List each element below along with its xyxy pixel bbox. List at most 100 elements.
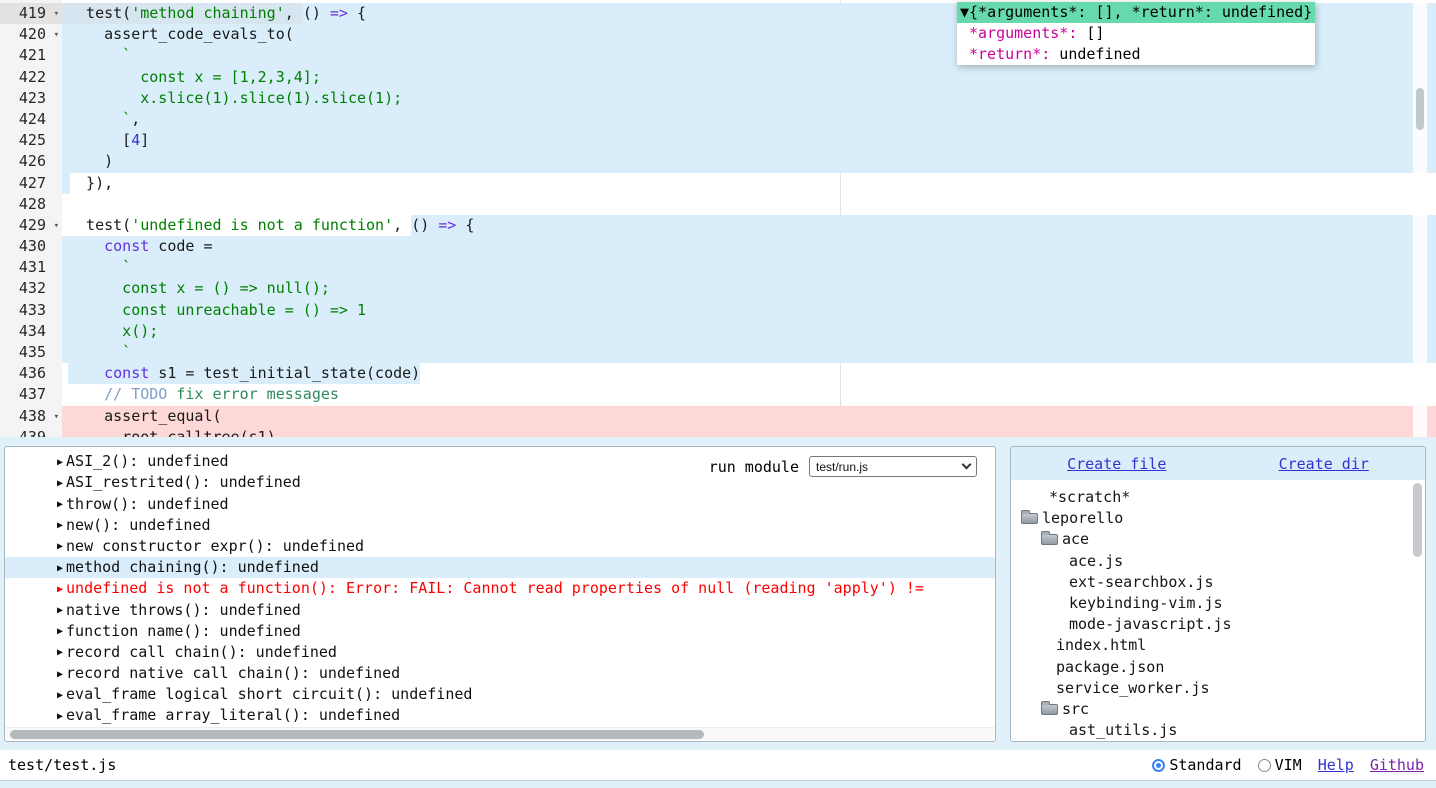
expand-triangle-icon[interactable]: ▶ bbox=[57, 669, 63, 680]
code-line[interactable] bbox=[62, 194, 1436, 215]
tree-file-item[interactable]: ast_utils.js bbox=[1011, 720, 1425, 741]
code-editor[interactable]: 419▾420▾421422423424425426427428429▾4304… bbox=[0, 0, 1436, 437]
code-token: s1 = test_initial_state(code) bbox=[149, 363, 420, 384]
code-line[interactable]: }), bbox=[62, 173, 1436, 194]
tree-file-item[interactable]: *scratch* bbox=[1011, 487, 1425, 508]
code-token: }), bbox=[68, 173, 113, 194]
code-line[interactable]: x.slice(1).slice(1).slice(1); bbox=[62, 88, 1436, 109]
expand-triangle-icon[interactable]: ▶ bbox=[57, 520, 63, 531]
tree-item-label: ace.js bbox=[1069, 551, 1123, 572]
test-result-item[interactable]: ▶new(): undefined bbox=[5, 515, 995, 536]
test-result-item[interactable]: ▶record call chain(): undefined bbox=[5, 642, 995, 663]
expand-triangle-icon[interactable]: ▶ bbox=[57, 711, 63, 722]
expand-triangle-icon[interactable]: ▶ bbox=[57, 457, 63, 468]
expand-triangle-icon[interactable]: ▶ bbox=[57, 690, 63, 701]
expand-triangle-icon[interactable]: ▶ bbox=[57, 563, 63, 574]
code-line[interactable]: test('undefined is not a function', () =… bbox=[62, 215, 1436, 236]
code-line[interactable]: const x = [1,2,3,4]; bbox=[62, 67, 1436, 88]
code-line[interactable]: ` bbox=[62, 257, 1436, 278]
code-token: code = bbox=[149, 236, 212, 257]
tree-file-item[interactable]: package.json bbox=[1011, 657, 1425, 678]
test-result-item[interactable]: ▶record native call chain(): undefined bbox=[5, 663, 995, 684]
code-token: 4 bbox=[131, 130, 140, 151]
keybinding-vim-label[interactable]: VIM bbox=[1275, 756, 1302, 774]
help-link[interactable]: Help bbox=[1318, 756, 1354, 774]
code-token: const x = () => null(); bbox=[68, 278, 330, 299]
test-result-item[interactable]: ▶native throws(): undefined bbox=[5, 600, 995, 621]
test-result-text: record call chain(): undefined bbox=[66, 643, 337, 661]
tree-item-label: ext-searchbox.js bbox=[1069, 572, 1214, 593]
gutter-line-number: 435 bbox=[0, 342, 62, 363]
run-module-select[interactable]: test/run.js bbox=[809, 456, 977, 477]
editor-scrollbar[interactable] bbox=[1413, 0, 1427, 437]
editor-content[interactable]: test('method chaining', () => { assert_c… bbox=[62, 0, 1436, 437]
create-file-link[interactable]: Create file bbox=[1067, 455, 1166, 473]
tree-file-item[interactable]: service_worker.js bbox=[1011, 678, 1425, 699]
run-module-value: test/run.js bbox=[816, 460, 963, 474]
fold-arrow-icon[interactable]: ▾ bbox=[54, 216, 59, 237]
code-token: 'method chaining' bbox=[131, 3, 285, 24]
code-token: root_calltree(s1) bbox=[68, 427, 276, 437]
expand-triangle-icon[interactable]: ▶ bbox=[57, 446, 63, 447]
results-hscrollbar-thumb[interactable] bbox=[10, 730, 704, 739]
code-line[interactable]: root_calltree(s1) bbox=[62, 427, 1436, 437]
test-result-item[interactable]: ▶throw(): undefined bbox=[5, 494, 995, 515]
test-result-item[interactable]: ▶undefined is not a function(): Error: F… bbox=[5, 578, 995, 599]
test-result-item[interactable]: ▶new constructor expr(): undefined bbox=[5, 536, 995, 557]
expand-triangle-icon[interactable]: ▶ bbox=[57, 478, 63, 489]
test-results-list: ▶ASI(): undefined▶ASI_2(): undefined▶ASI… bbox=[5, 446, 995, 727]
gutter-line-number: 433 bbox=[0, 300, 62, 321]
code-line[interactable]: const code = bbox=[62, 236, 1436, 257]
file-tree-list: *scratch*leporelloaceace.jsext-searchbox… bbox=[1011, 480, 1425, 741]
test-result-item[interactable]: ▶function name(): undefined bbox=[5, 621, 995, 642]
code-line[interactable]: ) bbox=[62, 151, 1436, 172]
keybinding-standard-radio[interactable] bbox=[1152, 759, 1165, 772]
tree-scrollbar-thumb[interactable] bbox=[1413, 483, 1422, 557]
create-dir-link[interactable]: Create dir bbox=[1279, 455, 1369, 473]
results-hscrollbar[interactable] bbox=[6, 727, 994, 740]
tree-file-item[interactable]: ace.js bbox=[1011, 551, 1425, 572]
tree-item-label: package.json bbox=[1056, 657, 1164, 678]
code-line[interactable]: const x = () => null(); bbox=[62, 278, 1436, 299]
tree-file-item[interactable]: ext-searchbox.js bbox=[1011, 572, 1425, 593]
tree-dir-item[interactable]: src bbox=[1011, 699, 1425, 720]
keybinding-vim-radio[interactable] bbox=[1258, 759, 1271, 772]
tree-file-item[interactable]: mode-javascript.js bbox=[1011, 614, 1425, 635]
code-token bbox=[68, 363, 104, 384]
code-line[interactable]: // TODO fix error messages bbox=[62, 384, 1436, 405]
code-line[interactable]: x(); bbox=[62, 321, 1436, 342]
code-line[interactable]: `, bbox=[62, 109, 1436, 130]
code-line[interactable]: assert_equal( bbox=[62, 406, 1436, 427]
fold-arrow-icon[interactable]: ▾ bbox=[54, 4, 59, 25]
expand-triangle-icon[interactable]: ▶ bbox=[57, 647, 63, 658]
tooltip-header[interactable]: ▼{*arguments*: [], *return*: undefined} bbox=[957, 2, 1315, 23]
value-inspector-tooltip: ▼{*arguments*: [], *return*: undefined} … bbox=[957, 2, 1315, 65]
tree-item-label: *scratch* bbox=[1049, 487, 1130, 508]
tree-dir-item[interactable]: ace bbox=[1011, 529, 1425, 550]
expand-triangle-icon[interactable]: ▶ bbox=[57, 499, 63, 510]
code-token bbox=[68, 236, 104, 257]
expand-triangle-icon[interactable]: ▶ bbox=[57, 584, 63, 595]
tree-dir-item[interactable]: leporello bbox=[1011, 508, 1425, 529]
test-result-text: ASI_restrited(): undefined bbox=[66, 473, 301, 491]
github-link[interactable]: Github bbox=[1370, 756, 1424, 774]
test-result-item[interactable]: ▶eval_frame logical short circuit(): und… bbox=[5, 684, 995, 705]
tree-file-item[interactable]: keybinding-vim.js bbox=[1011, 593, 1425, 614]
run-module-control: run module test/run.js bbox=[709, 456, 977, 477]
code-line[interactable]: const s1 = test_initial_state(code) bbox=[62, 363, 1436, 384]
fold-arrow-icon[interactable]: ▾ bbox=[54, 25, 59, 46]
code-line[interactable]: ` bbox=[62, 342, 1436, 363]
code-line[interactable]: const unreachable = () => 1 bbox=[62, 300, 1436, 321]
expand-triangle-icon[interactable]: ▶ bbox=[57, 626, 63, 637]
code-token: { bbox=[348, 3, 366, 24]
editor-scrollbar-thumb[interactable] bbox=[1416, 88, 1424, 130]
test-result-item[interactable]: ▶eval_frame array_literal(): undefined bbox=[5, 705, 995, 726]
expand-triangle-icon[interactable]: ▶ bbox=[57, 541, 63, 552]
gutter-line-number: 431 bbox=[0, 257, 62, 278]
fold-arrow-icon[interactable]: ▾ bbox=[54, 407, 59, 428]
tree-file-item[interactable]: index.html bbox=[1011, 635, 1425, 656]
code-line[interactable]: [4] bbox=[62, 130, 1436, 151]
keybinding-standard-label[interactable]: Standard bbox=[1169, 756, 1241, 774]
expand-triangle-icon[interactable]: ▶ bbox=[57, 605, 63, 616]
test-result-item[interactable]: ▶method chaining(): undefined bbox=[5, 557, 995, 578]
